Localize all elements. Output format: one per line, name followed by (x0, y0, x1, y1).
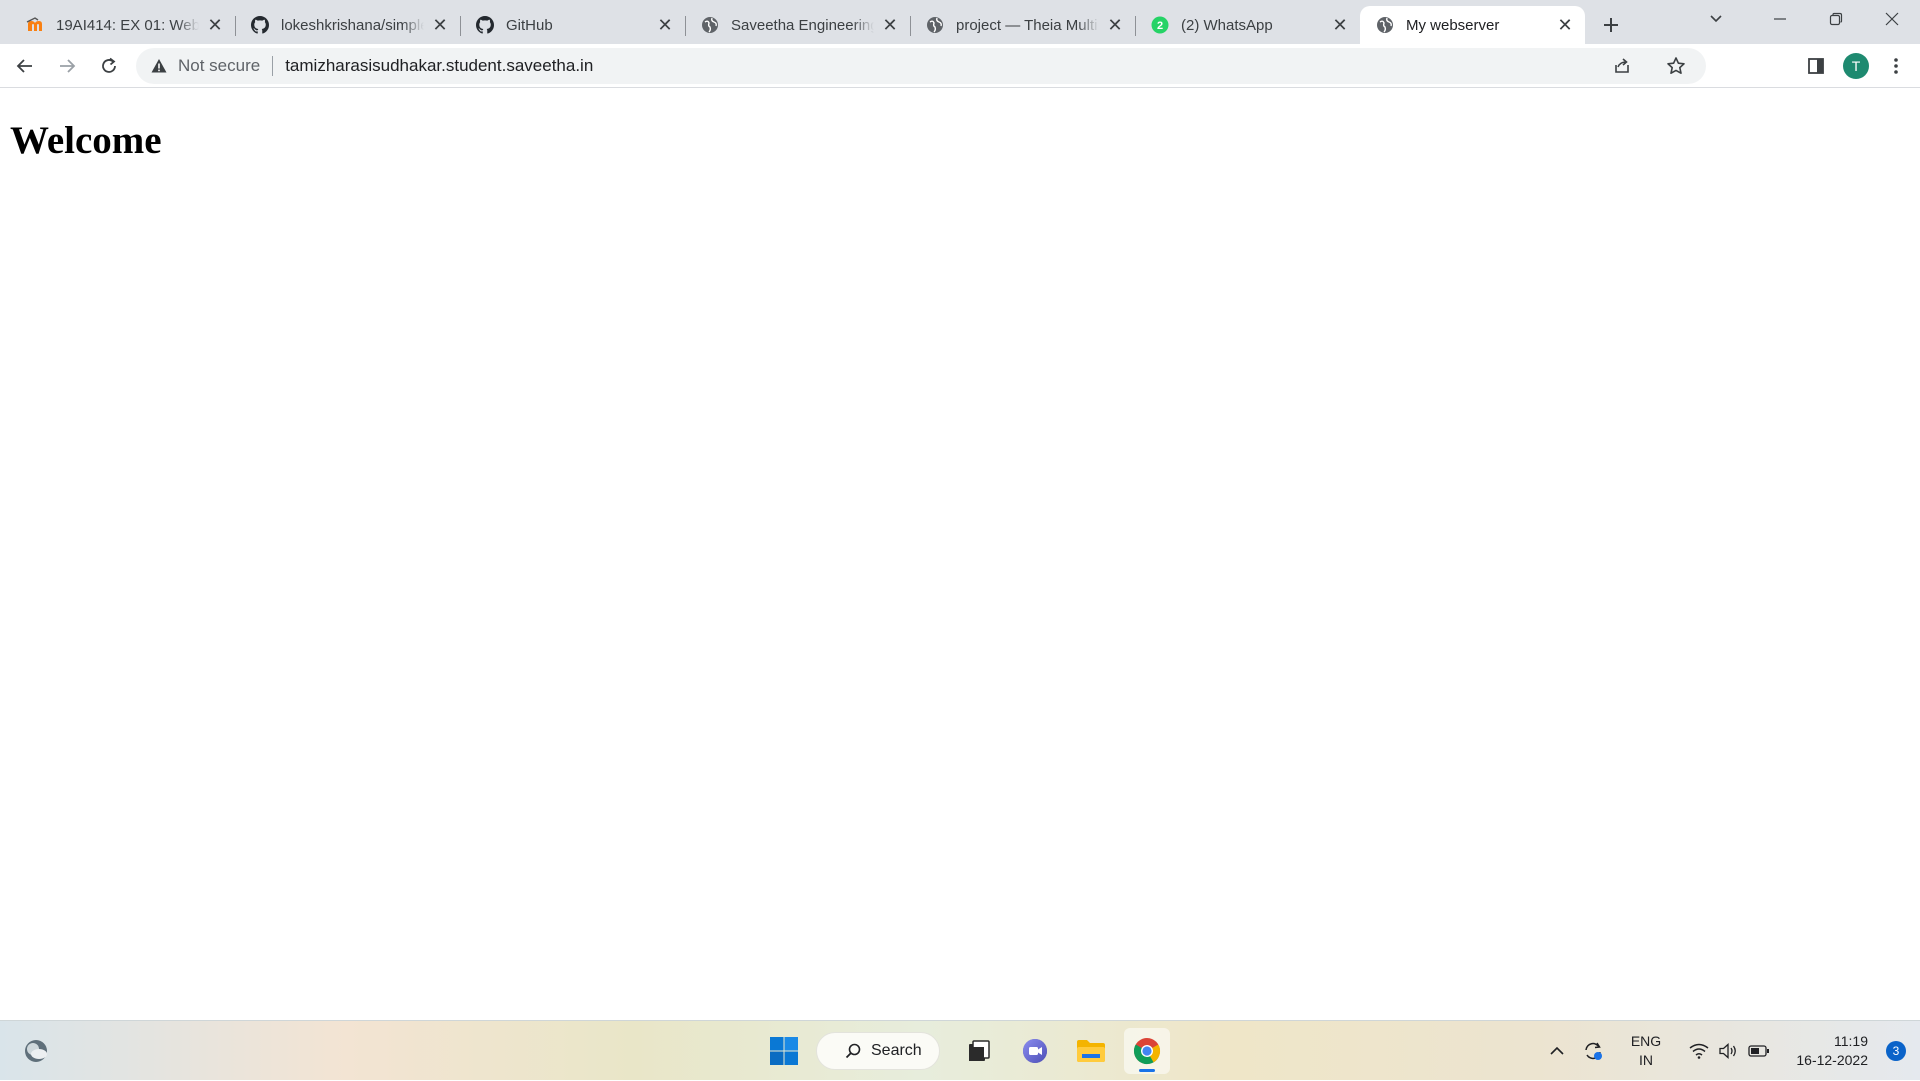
teams-chat-button[interactable] (1012, 1028, 1058, 1074)
address-bar[interactable]: Not secure tamizharasisudhakar.student.s… (136, 48, 1706, 84)
close-icon[interactable]: ✕ (205, 15, 225, 35)
tab-github-repo[interactable]: lokeshkrishana/simple ✕ (235, 6, 460, 44)
arrow-right-icon (60, 58, 76, 73)
battery-icon[interactable] (1744, 1036, 1774, 1066)
file-explorer-button[interactable] (1068, 1028, 1114, 1074)
start-button[interactable] (762, 1029, 806, 1073)
warning-icon[interactable] (150, 57, 168, 75)
toolbar-right: T (1796, 44, 1920, 88)
language-indicator[interactable]: ENG IN (1616, 1032, 1676, 1070)
tab-title: (2) WhatsApp (1181, 16, 1273, 34)
close-icon[interactable]: ✕ (1105, 15, 1125, 35)
chevron-up-icon[interactable] (1542, 1036, 1572, 1066)
close-icon[interactable]: ✕ (430, 15, 450, 35)
search-label: Search (871, 1042, 922, 1059)
restore-button[interactable] (1808, 0, 1864, 38)
tab-saveetha[interactable]: Saveetha Engineering ✕ (685, 6, 910, 44)
tab-title: My webserver (1406, 16, 1500, 34)
plus-icon (1604, 18, 1618, 32)
avatar: T (1843, 53, 1869, 79)
globe-icon (701, 16, 719, 34)
omnibox-divider (272, 56, 274, 76)
tab-title: 19AI414: EX 01: Website (56, 16, 199, 34)
moodle-icon (26, 16, 44, 34)
tab-theia-project[interactable]: project — Theia Multi ✕ (910, 6, 1135, 44)
menu-kebab-icon[interactable] (1876, 46, 1916, 86)
tab-list: 19AI414: EX 01: Website ✕ lokeshkrishana… (0, 0, 1585, 44)
globe-icon (1376, 16, 1394, 34)
sync-icon[interactable] (1578, 1036, 1608, 1066)
window-controls (1688, 0, 1920, 38)
page-viewport: Welcome (0, 88, 1920, 1020)
back-button[interactable] (8, 49, 42, 83)
folder-icon (1077, 1040, 1105, 1062)
task-view-icon (969, 1040, 990, 1061)
taskbar-search[interactable]: Search (816, 1032, 940, 1070)
windows-logo-icon (770, 1037, 798, 1065)
tab-strip: 19AI414: EX 01: Website ✕ lokeshkrishana… (0, 0, 1920, 44)
github-icon (476, 16, 494, 34)
minimize-button[interactable] (1752, 0, 1808, 38)
tab-title: GitHub (506, 16, 553, 34)
github-icon (251, 16, 269, 34)
chrome-icon (1133, 1038, 1161, 1065)
share-icon[interactable] (1602, 46, 1642, 86)
minimize-icon (1774, 18, 1786, 20)
arrow-left-icon (16, 58, 32, 73)
clock-date: 16-12-2022 (1796, 1052, 1868, 1068)
system-tray: ENG IN 11:19 16-12-2022 3 (1542, 1021, 1920, 1081)
page-heading: Welcome (10, 119, 162, 162)
bookmark-star-icon[interactable] (1656, 46, 1696, 86)
restore-icon (1829, 12, 1843, 26)
tab-moodle[interactable]: 19AI414: EX 01: Website ✕ (10, 6, 235, 44)
close-icon[interactable]: ✕ (1330, 15, 1350, 35)
language-code: ENG (1630, 1033, 1662, 1049)
new-tab-button[interactable] (1593, 7, 1629, 43)
reload-icon (102, 57, 116, 73)
teams-chat-icon (1023, 1039, 1047, 1063)
omnibox-actions (1602, 48, 1696, 84)
windows-taskbar: Search ENG IN 11:19 16-12-2022 3 (0, 1020, 1920, 1080)
chevron-down-icon (1710, 15, 1722, 23)
reload-button[interactable] (92, 49, 126, 83)
globe-icon (926, 16, 944, 34)
whatsapp-icon: 2 (1151, 16, 1169, 34)
clock-time: 11:19 (1834, 1033, 1868, 1049)
url-text[interactable]: tamizharasisudhakar.student.saveetha.in (285, 56, 593, 76)
security-label[interactable]: Not secure (178, 56, 260, 76)
volume-icon[interactable] (1714, 1036, 1744, 1066)
close-icon[interactable]: ✕ (880, 15, 900, 35)
notification-badge[interactable]: 3 (1886, 1041, 1906, 1061)
tab-title: Saveetha Engineering (731, 16, 874, 34)
language-region: IN (1639, 1052, 1653, 1068)
weather-widget-icon[interactable] (22, 1037, 50, 1065)
tab-title: lokeshkrishana/simple (281, 16, 424, 34)
tab-my-webserver[interactable]: My webserver ✕ (1360, 6, 1585, 44)
tab-search-button[interactable] (1688, 0, 1744, 38)
close-icon[interactable]: ✕ (1555, 15, 1575, 35)
whatsapp-badge: 2 (1157, 20, 1163, 32)
forward-button[interactable] (50, 49, 84, 83)
close-icon[interactable]: ✕ (655, 15, 675, 35)
chrome-button[interactable] (1124, 1028, 1170, 1074)
tab-title: project — Theia Multi (956, 16, 1098, 34)
close-window-button[interactable] (1864, 0, 1920, 38)
tab-whatsapp[interactable]: 2 (2) WhatsApp ✕ (1135, 6, 1360, 44)
taskbar-apps: Search (762, 1027, 1170, 1075)
close-icon (1885, 12, 1899, 26)
side-panel-icon[interactable] (1796, 46, 1836, 86)
clock[interactable]: 11:19 16-12-2022 (1774, 1032, 1868, 1070)
browser-toolbar: Not secure tamizharasisudhakar.student.s… (0, 44, 1920, 88)
wifi-icon[interactable] (1684, 1036, 1714, 1066)
profile-button[interactable]: T (1836, 46, 1876, 86)
tab-github[interactable]: GitHub ✕ (460, 6, 685, 44)
task-view-button[interactable] (956, 1028, 1002, 1074)
search-icon (845, 1043, 861, 1059)
